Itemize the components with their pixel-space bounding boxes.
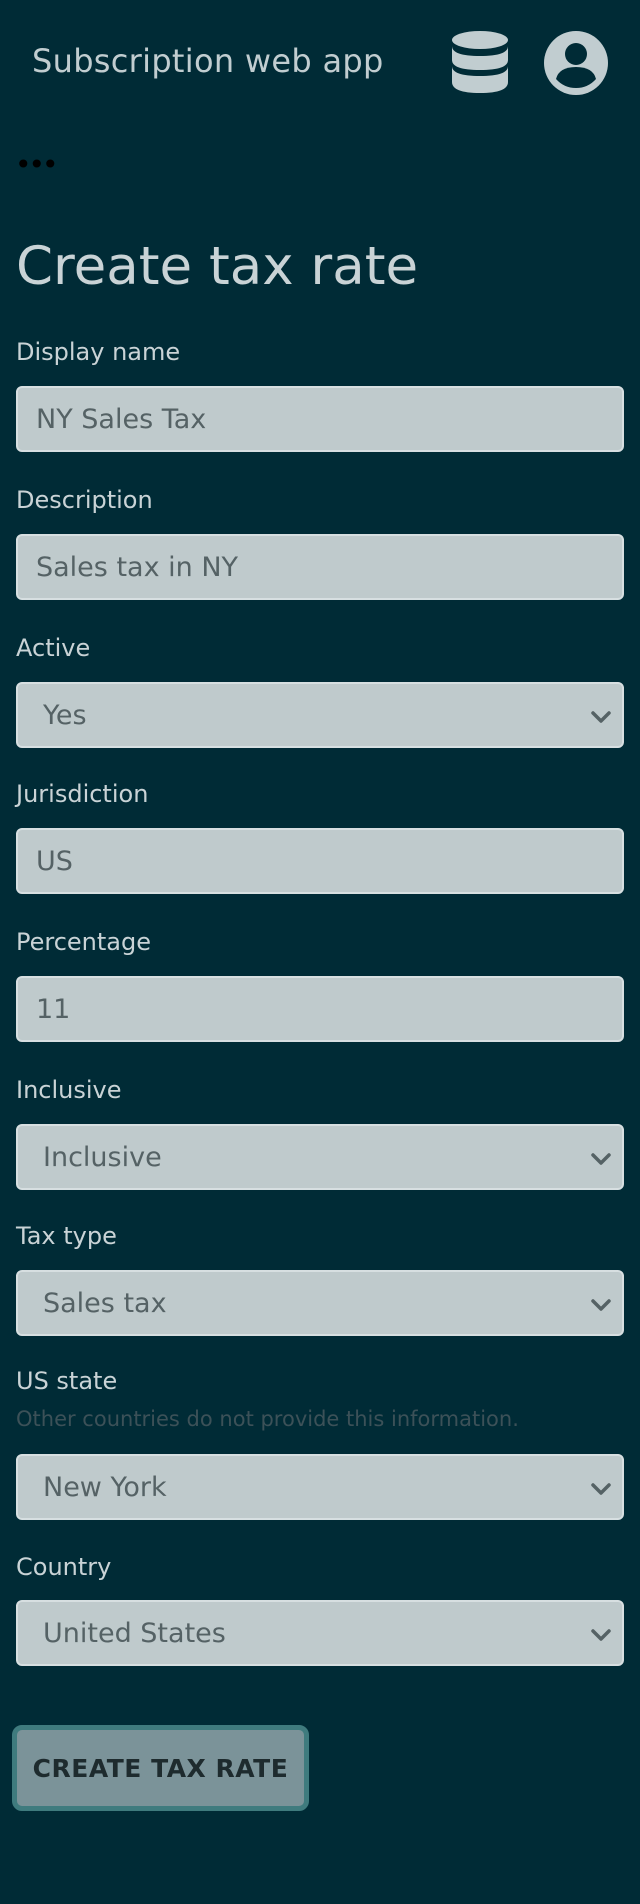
active-select[interactable]: Yes bbox=[16, 682, 624, 748]
tax-type-label: Tax type bbox=[16, 1222, 117, 1250]
display-name-input[interactable]: NY Sales Tax bbox=[16, 386, 624, 452]
app-header: Subscription web app bbox=[0, 0, 640, 125]
page-title: Create tax rate bbox=[16, 236, 419, 297]
more-options-icon[interactable]: ••• bbox=[15, 150, 59, 180]
display-name-value: NY Sales Tax bbox=[36, 403, 207, 435]
description-input[interactable]: Sales tax in NY bbox=[16, 534, 624, 600]
chevron-down-icon bbox=[591, 711, 611, 723]
percentage-value: 11 bbox=[36, 993, 71, 1025]
inclusive-label: Inclusive bbox=[16, 1076, 122, 1104]
percentage-label: Percentage bbox=[16, 928, 152, 956]
inclusive-selected-value: Inclusive bbox=[43, 1141, 162, 1173]
user-account-icon[interactable] bbox=[543, 30, 608, 96]
chevron-down-icon bbox=[591, 1299, 611, 1311]
percentage-input[interactable]: 11 bbox=[16, 976, 624, 1042]
jurisdiction-value: US bbox=[36, 845, 73, 877]
active-label: Active bbox=[16, 634, 91, 662]
us-state-label: US state bbox=[16, 1367, 118, 1395]
us-state-hint: Other countries do not provide this info… bbox=[16, 1407, 519, 1431]
country-selected-value: United States bbox=[43, 1617, 226, 1649]
jurisdiction-label: Jurisdiction bbox=[16, 780, 149, 808]
display-name-label: Display name bbox=[16, 338, 181, 366]
us-state-selected-value: New York bbox=[43, 1471, 167, 1503]
country-select[interactable]: United States bbox=[16, 1600, 624, 1666]
description-value: Sales tax in NY bbox=[36, 551, 239, 583]
chevron-down-icon bbox=[591, 1153, 611, 1165]
app-title[interactable]: Subscription web app bbox=[32, 42, 384, 80]
chevron-down-icon bbox=[591, 1629, 611, 1641]
tax-type-selected-value: Sales tax bbox=[43, 1287, 167, 1319]
chevron-down-icon bbox=[591, 1483, 611, 1495]
country-label: Country bbox=[16, 1553, 112, 1581]
database-icon[interactable] bbox=[448, 30, 512, 96]
create-tax-rate-button[interactable]: CREATE TAX RATE bbox=[12, 1725, 309, 1811]
active-selected-value: Yes bbox=[43, 699, 87, 731]
us-state-select[interactable]: New York bbox=[16, 1454, 624, 1520]
jurisdiction-input[interactable]: US bbox=[16, 828, 624, 894]
inclusive-select[interactable]: Inclusive bbox=[16, 1124, 624, 1190]
description-label: Description bbox=[16, 486, 153, 514]
tax-type-select[interactable]: Sales tax bbox=[16, 1270, 624, 1336]
